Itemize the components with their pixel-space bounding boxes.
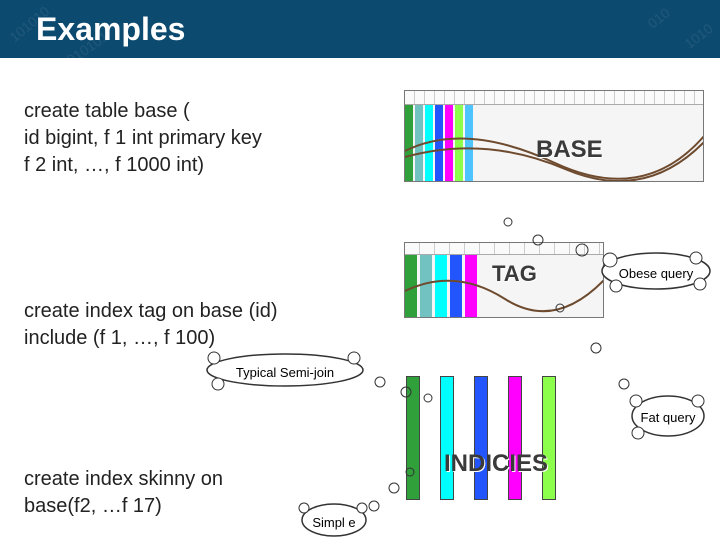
code-line: base(f2, …f 17) xyxy=(24,493,162,520)
callout-text: Simpl e xyxy=(296,500,372,545)
diagram-label-tag: TAG xyxy=(492,261,537,287)
diagram-label-base: BASE xyxy=(536,136,603,164)
column-bar xyxy=(406,376,420,500)
callout-simple: Simpl e xyxy=(296,500,372,545)
code-line: id bigint, f 1 int primary key xyxy=(24,125,262,152)
decor-bits: 010 xyxy=(644,5,672,32)
slide-body: create table base ( id bigint, f 1 int p… xyxy=(0,58,720,540)
diagram-indicies xyxy=(406,376,586,500)
diagram-label-indicies: INDICIES xyxy=(444,450,548,478)
column-bar xyxy=(542,376,556,500)
callout-text: Fat query xyxy=(626,391,710,446)
code-line: create index skinny on xyxy=(24,466,223,493)
code-line: f 2 int, …, f 1000 int) xyxy=(24,152,262,179)
diagram-header-row xyxy=(405,243,603,255)
callout-typical-semijoin: Typical Semi-join xyxy=(200,350,370,395)
diagram-header-row xyxy=(405,91,703,105)
sql-create-index-tag: create index tag on base (id) include (f… xyxy=(24,298,278,352)
callout-text: Obese query xyxy=(596,248,716,299)
column-bar xyxy=(440,376,454,500)
sql-create-table: create table base ( id bigint, f 1 int p… xyxy=(24,98,262,179)
code-line: create index tag on base (id) xyxy=(24,298,278,325)
column-bar xyxy=(474,376,488,500)
code-line: include (f 1, …, f 100) xyxy=(24,325,278,352)
slide-title: Examples xyxy=(36,11,185,48)
callout-fat-query: Fat query xyxy=(626,391,710,446)
column-bar xyxy=(508,376,522,500)
slide-header: Examples 101010 010101 010 1010 xyxy=(0,0,720,58)
callout-obese-query: Obese query xyxy=(596,248,716,299)
code-line: create table base ( xyxy=(24,98,262,125)
decor-bits: 1010 xyxy=(681,20,715,52)
callout-text: Typical Semi-join xyxy=(200,350,370,395)
sql-create-index-skinny: create index skinny on base(f2, …f 17) xyxy=(24,466,223,520)
